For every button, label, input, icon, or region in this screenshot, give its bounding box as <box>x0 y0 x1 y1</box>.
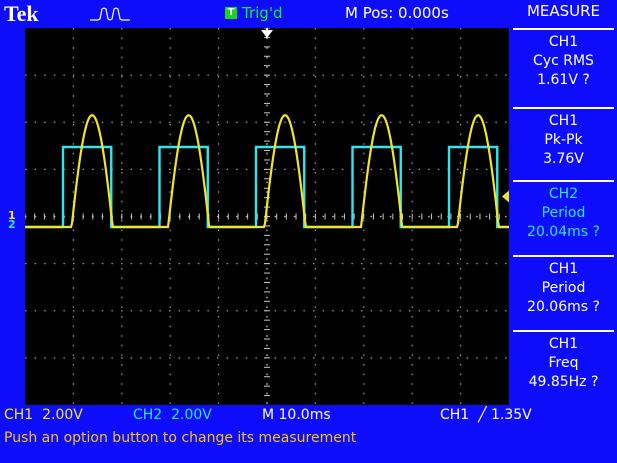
ch2-scale: CH2 2.00V <box>133 407 212 423</box>
timebase: M 10.0ms <box>262 407 331 423</box>
measure-slot-5[interactable]: CH1 Freq 49.85Hz ? <box>513 330 614 392</box>
measure-value: 3.76V <box>543 151 584 167</box>
measure-source: CH1 <box>548 336 579 352</box>
pulse-icon <box>90 7 130 21</box>
trigger-setting: CH1 ╱ 1.35V <box>440 407 532 423</box>
measure-slot-1[interactable]: CH1 Cyc RMS 1.61V ? <box>513 28 614 90</box>
measure-type: Period <box>541 205 586 221</box>
measure-slot-4[interactable]: CH1 Period 20.06ms ? <box>513 255 614 317</box>
measure-source: CH2 <box>548 186 579 202</box>
measure-type: Freq <box>548 355 579 371</box>
measure-panel: MEASURE CH1 Cyc RMS 1.61V ? CH1 Pk-Pk 3.… <box>510 0 617 405</box>
scale-status-bar: CH1 2.00V CH2 2.00V M 10.0ms CH1 ╱ 1.35V <box>0 405 617 427</box>
trigger-level-icon <box>502 190 509 203</box>
measure-title: MEASURE <box>526 2 601 20</box>
help-message: Push an option button to change its meas… <box>4 430 357 446</box>
measure-value: 20.06ms ? <box>527 299 600 315</box>
measure-source: CH1 <box>548 261 579 277</box>
main-position: M Pos: 0.000s <box>345 4 449 22</box>
waveform-graticule <box>25 28 509 405</box>
measure-type: Cyc RMS <box>533 53 594 69</box>
measure-source: CH1 <box>548 34 579 50</box>
measure-type: Pk-Pk <box>544 132 583 148</box>
measure-type: Period <box>541 280 586 296</box>
brand-logo: Tek <box>4 1 39 26</box>
measure-slot-3[interactable]: CH2 Period 20.04ms ? <box>513 180 614 242</box>
trigger-position-stem <box>266 28 268 33</box>
ch1-scale: CH1 2.00V <box>4 407 83 423</box>
measure-value: 20.04ms ? <box>527 224 600 240</box>
measure-value: 49.85Hz ? <box>528 374 599 390</box>
measure-value: 1.61V ? <box>537 72 590 88</box>
top-status-bar: Tek T Trig'd M Pos: 0.000s <box>0 0 510 26</box>
measure-slot-2[interactable]: CH1 Pk-Pk 3.76V <box>513 107 614 169</box>
waveform-display <box>25 28 509 405</box>
measure-source: CH1 <box>548 113 579 129</box>
ch2-ground-marker: 2 <box>8 218 16 231</box>
trigger-status: Trig'd <box>242 4 283 22</box>
trigger-badge: T <box>225 7 237 19</box>
